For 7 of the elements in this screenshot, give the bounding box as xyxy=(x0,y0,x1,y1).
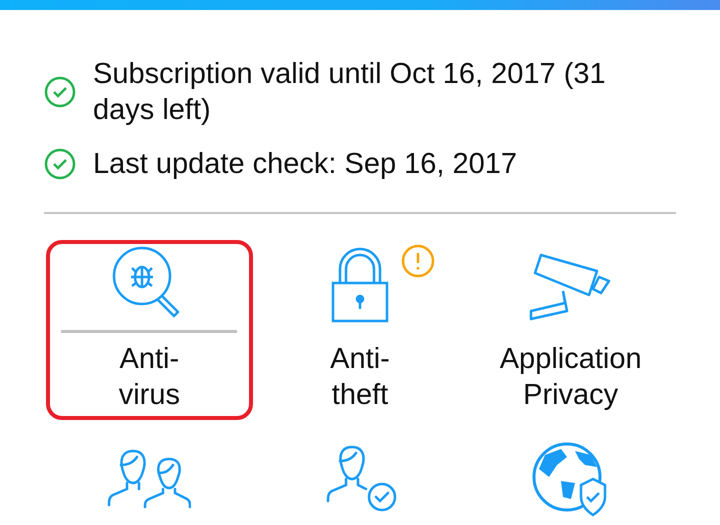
status-text: Last update check: Sep 16, 2017 xyxy=(93,147,518,182)
status-text: Subscription valid until Oct 16, 2017 (31 days left) xyxy=(93,57,607,128)
padlock-icon xyxy=(330,247,390,325)
feature-tile[interactable]: Anti-virus xyxy=(46,240,253,420)
security-camera-icon xyxy=(528,251,613,321)
feature-tile[interactable]: Application Privacy xyxy=(467,240,674,420)
feature-tile[interactable]: Anti-theft xyxy=(256,240,464,420)
